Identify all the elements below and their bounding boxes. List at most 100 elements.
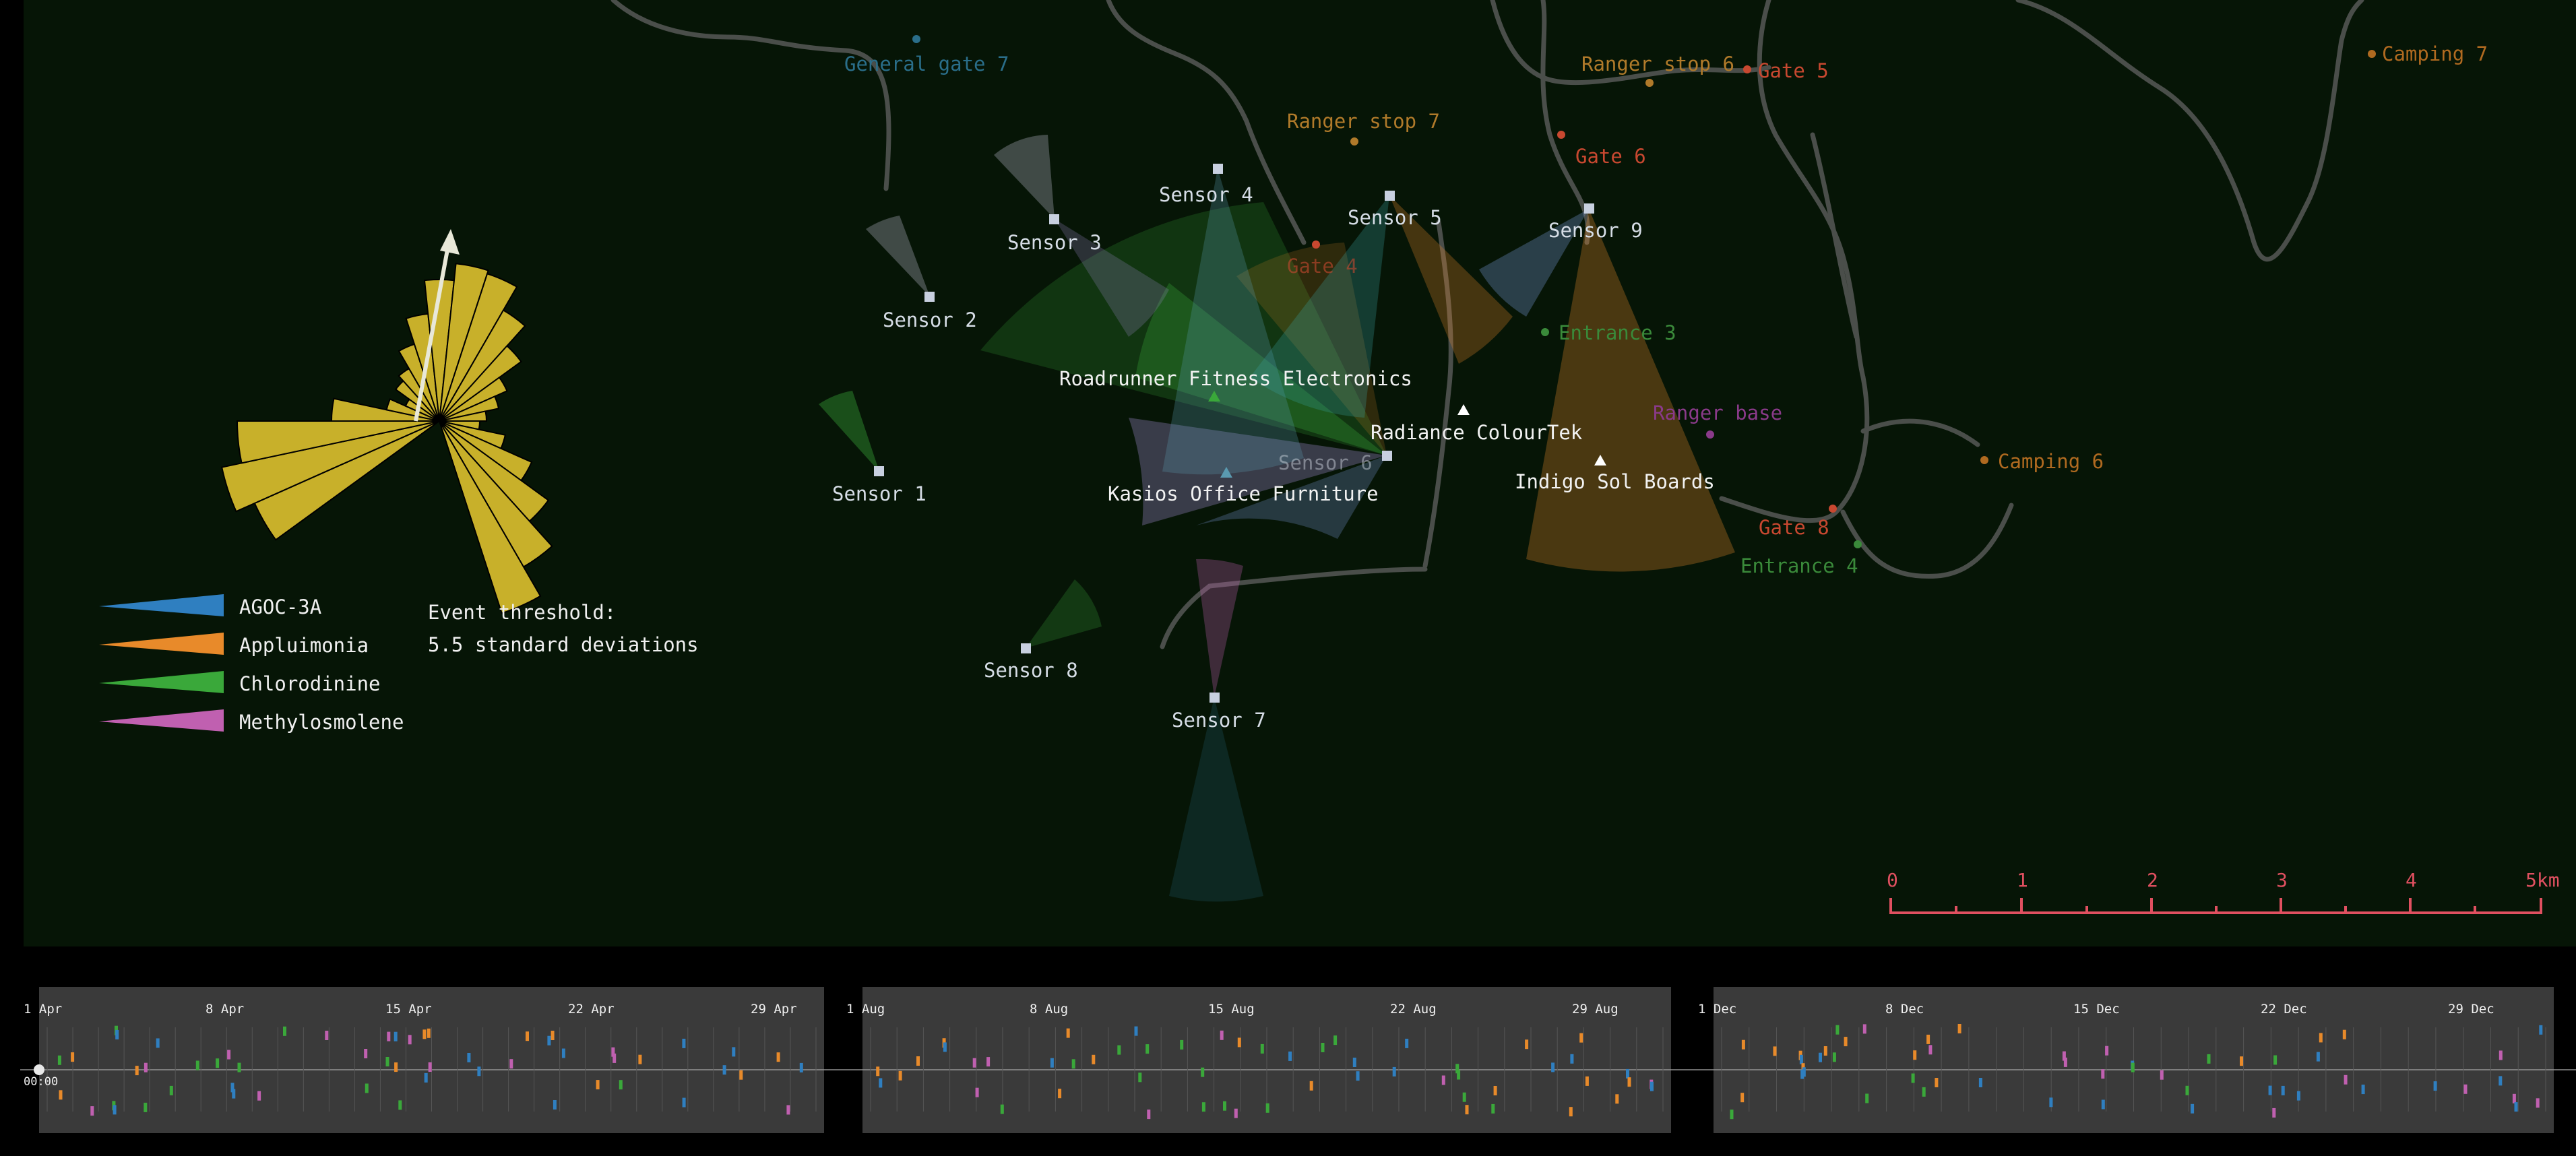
- timeline-august[interactable]: [862, 987, 1671, 1133]
- legend-label: AGOC-3A: [239, 595, 322, 618]
- road: [1860, 418, 1980, 447]
- place-marker: [1854, 540, 1862, 548]
- wind-rose: [221, 263, 553, 614]
- time-label: 00:00: [24, 1075, 59, 1089]
- threshold-title: Event threshold:: [428, 601, 617, 624]
- place-label: Entrance 4: [1740, 554, 1858, 577]
- timeline-date: 1 Apr: [24, 1002, 63, 1017]
- factory-marker: [1457, 404, 1470, 415]
- scale-bar-lines: [1889, 898, 2542, 914]
- plumes: [819, 135, 1735, 902]
- event-threshold: Event threshold: 5.5 standard deviations: [428, 596, 699, 661]
- timeline-date: 8 Apr: [206, 1002, 245, 1017]
- legend-item[interactable]: Chlorodinine: [226, 664, 404, 703]
- scale-label: 2: [2147, 869, 2158, 891]
- scale-label: 3: [2276, 869, 2288, 891]
- place-label: Camping 7: [2382, 42, 2488, 65]
- map-view[interactable]: General gate 7 Ranger stop 6 Gate 5 Camp…: [24, 0, 2576, 946]
- scale-label: 5km: [2525, 869, 2560, 891]
- sensor-label[interactable]: Sensor 5: [1348, 206, 1442, 229]
- road: [1540, 0, 1590, 245]
- factory-label[interactable]: Roadrunner Fitness Electronics: [1059, 367, 1412, 390]
- road: [610, 0, 891, 191]
- place-label: Ranger stop 6: [1581, 53, 1734, 75]
- scale-label: 1: [2017, 869, 2028, 891]
- sensor-label[interactable]: Sensor 1: [832, 482, 926, 505]
- road: [1757, 0, 1866, 380]
- sensor-label[interactable]: Sensor 6: [1278, 451, 1373, 474]
- plume: [1026, 579, 1102, 648]
- road: [2015, 0, 2364, 262]
- plume: [819, 391, 879, 472]
- timeline-december[interactable]: [1714, 987, 2554, 1133]
- legend-item[interactable]: Appluimonia: [226, 626, 404, 664]
- place-label: Camping 6: [1998, 450, 2104, 473]
- place-label: Ranger base: [1653, 402, 1783, 424]
- timeline-date: 22 Apr: [568, 1002, 615, 1017]
- sensor-marker: [1382, 451, 1392, 461]
- place-marker: [1743, 65, 1751, 73]
- place-marker: [1980, 456, 1988, 464]
- place-marker: [1557, 131, 1565, 139]
- road: [1810, 132, 1859, 340]
- place-marker: [2368, 50, 2376, 58]
- timeline-date: 15 Dec: [2073, 1002, 2120, 1017]
- place-label: Gate 5: [1758, 59, 1829, 82]
- timeline-date: 1 Aug: [846, 1002, 885, 1017]
- timeline-date: 8 Dec: [1885, 1002, 1924, 1017]
- sensor-label[interactable]: Sensor 2: [883, 309, 977, 331]
- legend-item[interactable]: Methylosmolene: [226, 703, 404, 741]
- timeline-date: 15 Aug: [1208, 1002, 1255, 1017]
- sensor-label[interactable]: Sensor 4: [1159, 183, 1253, 206]
- sensor-marker: [874, 466, 884, 476]
- sensor-marker: [924, 292, 935, 302]
- timeline-date: 22 Dec: [2261, 1002, 2307, 1017]
- road: [1106, 0, 1307, 245]
- sensor-label[interactable]: Sensor 9: [1548, 219, 1643, 242]
- sensor-marker: [1049, 214, 1059, 224]
- sensor-marker: [1584, 203, 1594, 214]
- sensor-marker: [1385, 191, 1395, 201]
- timeline-date: 29 Apr: [751, 1002, 797, 1017]
- scale-label: 0: [1887, 869, 1898, 891]
- place-label: Gate 6: [1575, 145, 1646, 168]
- factory-label[interactable]: Radiance ColourTek: [1371, 421, 1582, 444]
- plume: [866, 216, 930, 296]
- place-label: Ranger stop 7: [1287, 110, 1440, 133]
- threshold-value: 5.5 standard deviations: [428, 633, 699, 656]
- timeline-date: 22 Aug: [1390, 1002, 1437, 1017]
- place-marker: [1350, 137, 1358, 146]
- place-label: Gate 8: [1759, 516, 1829, 539]
- place-marker: [1645, 79, 1654, 87]
- sensor-label[interactable]: Sensor 3: [1007, 231, 1102, 254]
- legend-label: Chlorodinine: [239, 672, 381, 695]
- scale-label: 4: [2406, 869, 2417, 891]
- place-marker: [1541, 328, 1549, 336]
- place-label: General gate 7: [844, 53, 1009, 75]
- timeline-date: 8 Aug: [1030, 1002, 1069, 1017]
- place-label: Gate 4: [1287, 255, 1358, 278]
- road: [1719, 375, 1870, 523]
- legend-label: Appluimonia: [239, 633, 369, 657]
- legend-label: Methylosmolene: [239, 710, 404, 734]
- factory-label[interactable]: Kasios Office Furniture: [1108, 482, 1379, 505]
- sensor-marker: [1021, 643, 1031, 653]
- sensor-marker: [1210, 693, 1220, 703]
- place-marker: [1706, 430, 1714, 439]
- sensor-marker: [1213, 164, 1223, 174]
- timeline-date: 29 Dec: [2448, 1002, 2494, 1017]
- plume: [994, 135, 1055, 219]
- plume: [1526, 209, 1735, 572]
- legend-item[interactable]: AGOC-3A: [226, 587, 404, 626]
- timeline-date: 15 Apr: [385, 1002, 432, 1017]
- place-label: Entrance 3: [1559, 321, 1676, 344]
- sensor-label[interactable]: Sensor 7: [1172, 709, 1266, 732]
- chemical-legend: AGOC-3A Appluimonia Chlorodinine Methylo…: [104, 587, 404, 741]
- factory-label[interactable]: Indigo Sol Boards: [1515, 470, 1715, 493]
- timeline-date: 1 Dec: [1698, 1002, 1737, 1017]
- place-marker: [912, 35, 920, 43]
- place-marker: [1312, 240, 1320, 249]
- sensor-label[interactable]: Sensor 8: [984, 659, 1078, 682]
- place-marker: [1829, 505, 1837, 513]
- timeline-date: 29 Aug: [1572, 1002, 1619, 1017]
